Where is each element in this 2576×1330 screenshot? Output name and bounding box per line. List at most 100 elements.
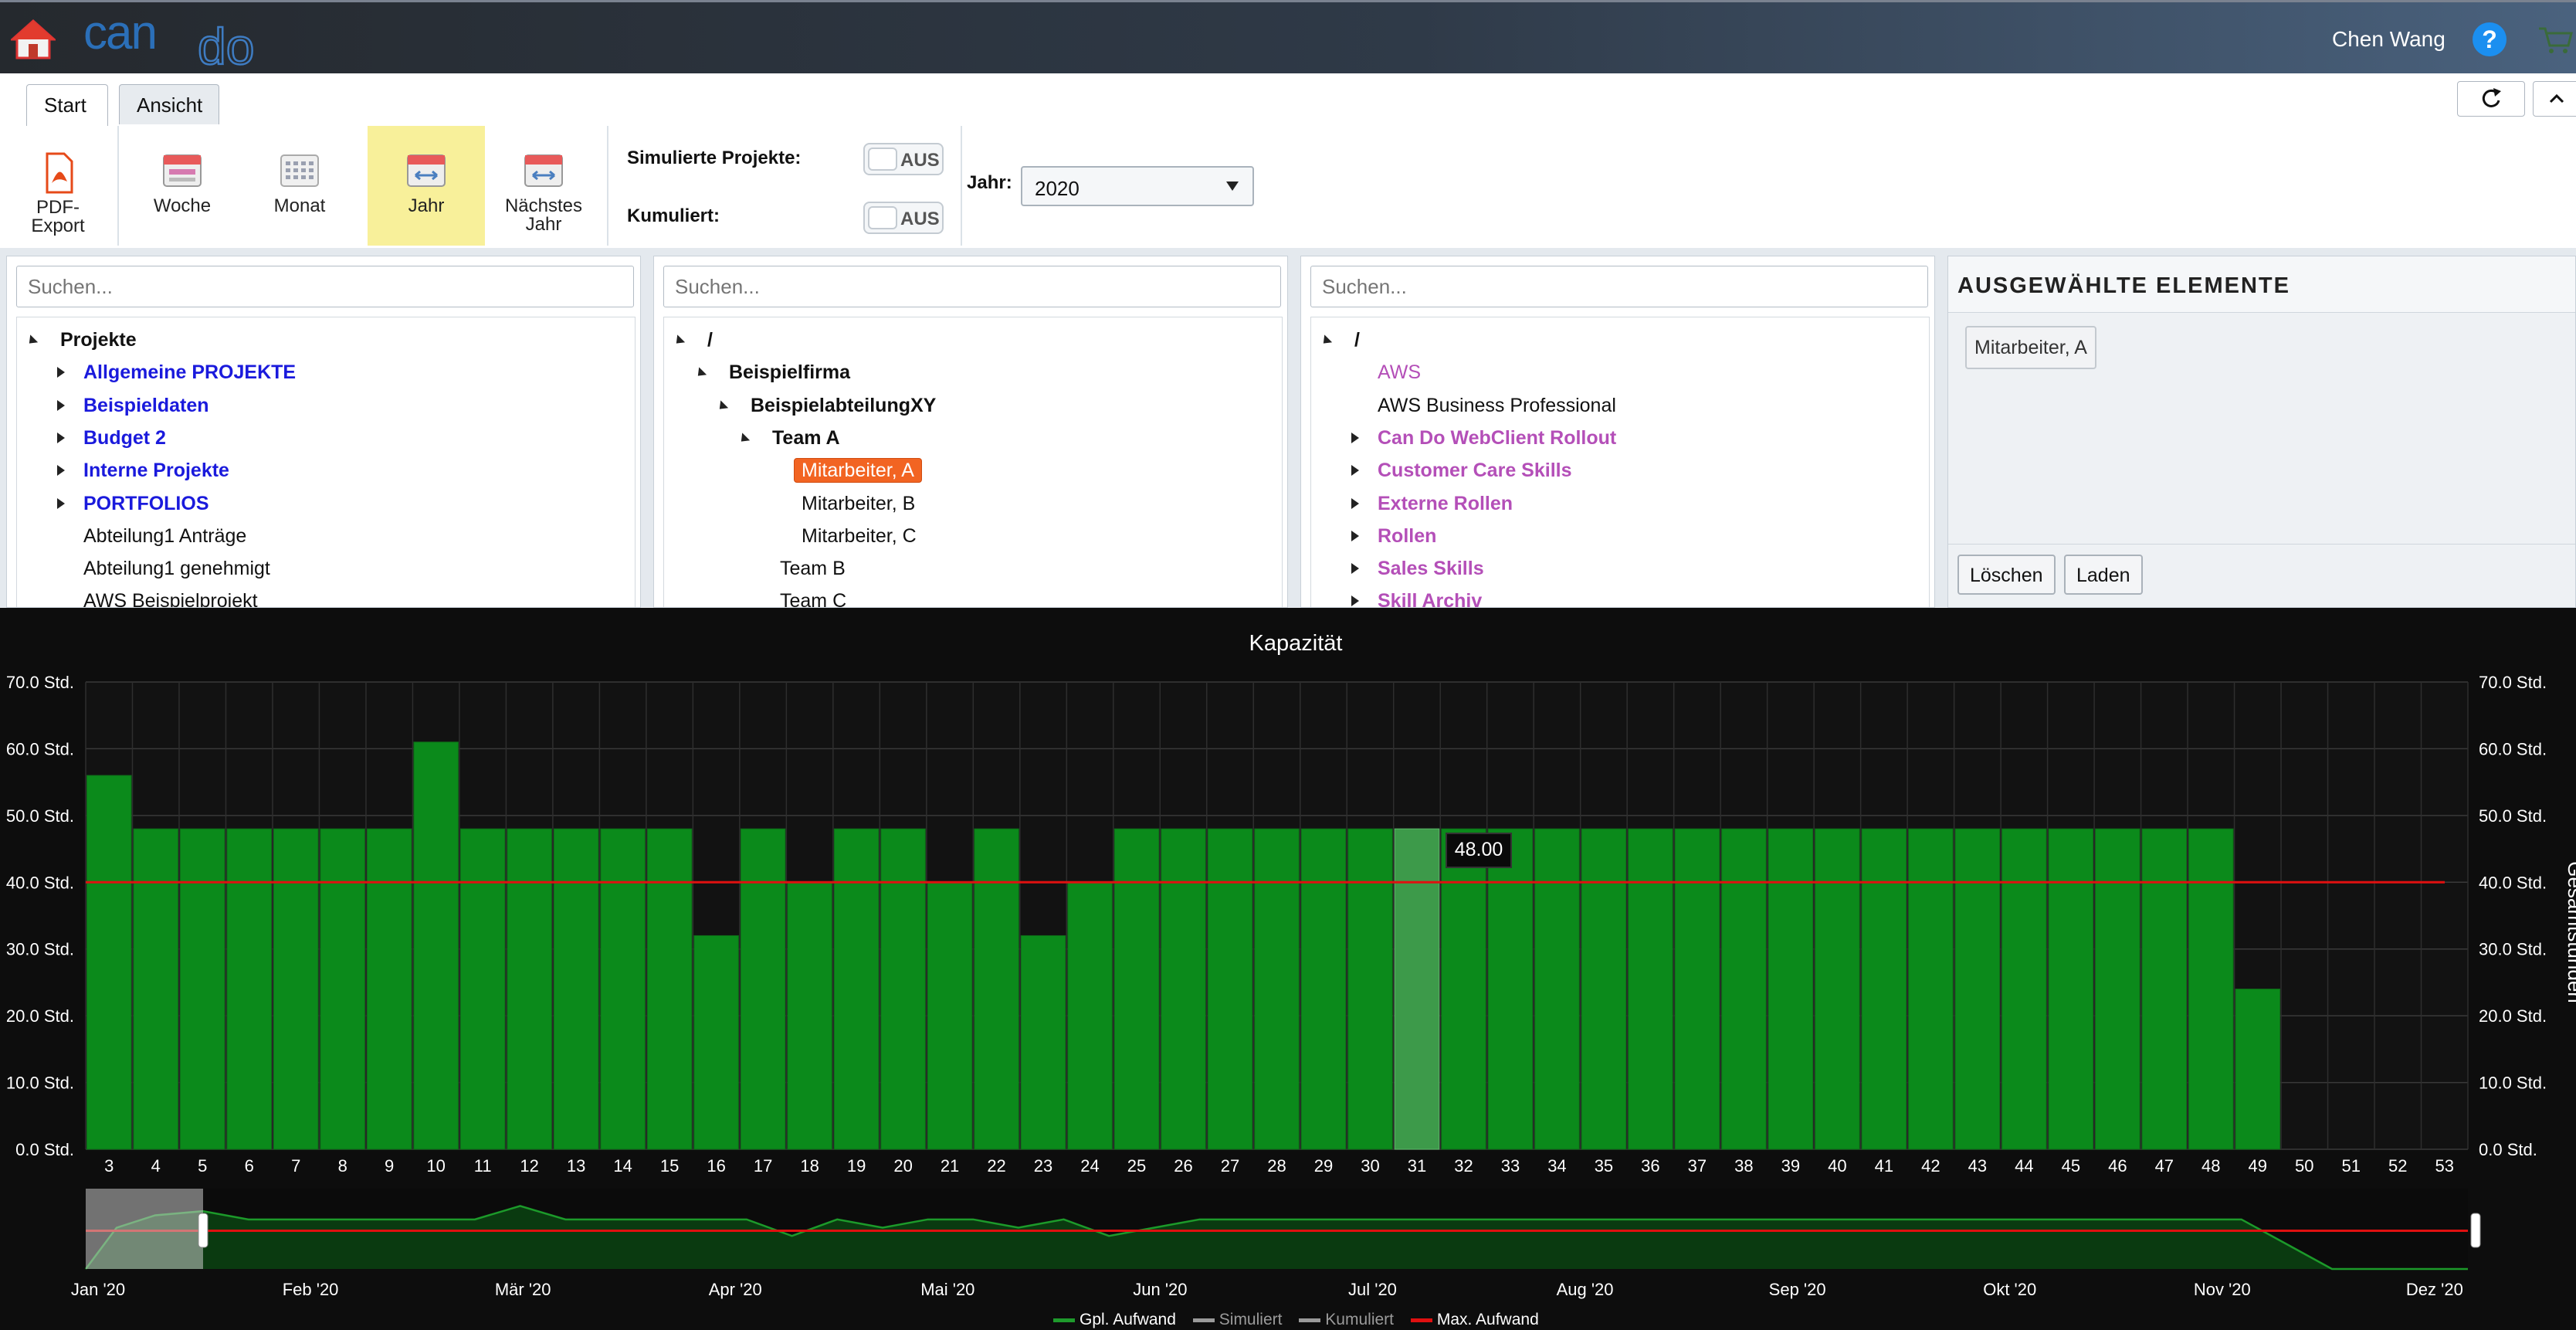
simulated-projects-toggle[interactable]: AUS	[863, 143, 944, 175]
navigator-handle-left[interactable]	[198, 1213, 208, 1248]
view-week-button[interactable]: Woche	[124, 126, 241, 246]
bar[interactable]	[86, 775, 132, 1150]
collapsed-arrow-icon[interactable]	[57, 400, 65, 411]
legend-item-cumulative[interactable]: Kumuliert	[1299, 1311, 1394, 1328]
projects-search-input[interactable]	[16, 266, 634, 307]
expanded-arrow-icon[interactable]	[1319, 334, 1333, 348]
tree-root[interactable]: /	[1354, 328, 1360, 351]
bar[interactable]	[366, 828, 412, 1150]
tree-root-projects[interactable]: Projekte	[60, 328, 137, 351]
bar[interactable]	[2141, 828, 2188, 1150]
tree-item-team-b[interactable]: Team B	[780, 557, 846, 580]
bar[interactable]	[880, 828, 926, 1150]
tree-item[interactable]: Interne Projekte	[83, 459, 229, 482]
selected-chip[interactable]: Mitarbeiter, A	[1965, 326, 2096, 369]
tree-item[interactable]: AWS Business Professional	[1378, 394, 1616, 417]
bar[interactable]	[2048, 828, 2094, 1150]
delete-button[interactable]: Löschen	[1957, 555, 2056, 595]
bar[interactable]	[226, 828, 272, 1150]
tree-item-team-c[interactable]: Team C	[780, 589, 846, 607]
bar[interactable]	[1254, 828, 1300, 1150]
bar[interactable]	[693, 935, 739, 1150]
tree-item[interactable]: AWS Beispielprojekt	[83, 589, 258, 607]
bar[interactable]	[1487, 828, 1534, 1150]
bar[interactable]	[1628, 828, 1673, 1150]
bar[interactable]	[1721, 828, 1767, 1150]
bar[interactable]	[320, 828, 365, 1150]
bar[interactable]	[1067, 881, 1113, 1150]
user-name[interactable]: Chen Wang	[2332, 27, 2446, 52]
tab-start[interactable]: Start	[26, 84, 108, 127]
bar[interactable]	[1815, 828, 1860, 1150]
collapsed-arrow-icon[interactable]	[1351, 465, 1359, 476]
collapsed-arrow-icon[interactable]	[1351, 595, 1359, 606]
tree-item[interactable]: Abteilung1 Anträge	[83, 524, 246, 548]
help-icon[interactable]: ?	[2473, 22, 2507, 56]
collapsed-arrow-icon[interactable]	[1351, 531, 1359, 541]
tree-item-team-a[interactable]: Team A	[772, 426, 840, 450]
tree-item[interactable]: Can Do WebClient Rollout	[1378, 426, 1616, 450]
bar[interactable]	[133, 828, 178, 1150]
organization-search-input[interactable]	[663, 266, 1281, 307]
tree-item[interactable]: Allgemeine PROJEKTE	[83, 361, 296, 384]
home-icon[interactable]	[11, 19, 56, 59]
tree-root[interactable]: /	[707, 328, 713, 351]
bar[interactable]	[1908, 828, 1954, 1150]
bar[interactable]	[974, 828, 1019, 1150]
navigator-selection[interactable]	[86, 1189, 203, 1269]
bar[interactable]	[740, 828, 786, 1150]
view-year-button[interactable]: Jahr	[368, 126, 485, 246]
bar[interactable]	[413, 741, 459, 1150]
collapse-ribbon-button[interactable]	[2533, 81, 2576, 117]
expanded-arrow-icon[interactable]	[672, 334, 686, 348]
tree-item[interactable]: AWS	[1378, 361, 1421, 384]
bar[interactable]	[1300, 828, 1347, 1150]
tree-item[interactable]: Customer Care Skills	[1378, 459, 1572, 482]
load-button[interactable]: Laden	[2064, 555, 2143, 595]
bar[interactable]	[600, 828, 646, 1150]
bar[interactable]	[1161, 828, 1206, 1150]
tree-item-company[interactable]: Beispielfirma	[729, 361, 850, 384]
bar[interactable]	[2001, 828, 2047, 1150]
collapsed-arrow-icon[interactable]	[1351, 498, 1359, 509]
bar[interactable]	[459, 828, 506, 1150]
bar[interactable]	[2095, 828, 2140, 1150]
collapsed-arrow-icon[interactable]	[57, 367, 65, 378]
tree-item[interactable]: Sales Skills	[1378, 557, 1484, 580]
bar[interactable]	[1441, 828, 1486, 1150]
bar[interactable]	[553, 828, 599, 1150]
skills-search-input[interactable]	[1310, 266, 1928, 307]
tree-item[interactable]: Skill Archiv	[1378, 589, 1482, 607]
refresh-button[interactable]	[2457, 81, 2525, 117]
pdf-export-button[interactable]: PDF-Export	[0, 126, 116, 246]
bar[interactable]	[1674, 828, 1720, 1150]
tree-item-member[interactable]: Mitarbeiter, B	[802, 492, 915, 515]
bar[interactable]	[273, 828, 319, 1150]
legend-item-planned[interactable]: Gpl. Aufwand	[1053, 1311, 1176, 1328]
bar[interactable]	[2235, 989, 2281, 1150]
legend-item-max[interactable]: Max. Aufwand	[1410, 1311, 1539, 1328]
bar[interactable]	[507, 828, 552, 1150]
bar[interactable]	[927, 881, 973, 1150]
bar[interactable]	[1581, 828, 1627, 1150]
collapsed-arrow-icon[interactable]	[1351, 563, 1359, 574]
bar[interactable]	[1113, 828, 1160, 1150]
expanded-arrow-icon[interactable]	[693, 367, 707, 380]
tree-item-selected-member[interactable]: Mitarbeiter, A	[794, 458, 922, 483]
collapsed-arrow-icon[interactable]	[1351, 433, 1359, 443]
bar[interactable]	[1534, 828, 1580, 1150]
expanded-arrow-icon[interactable]	[25, 334, 39, 348]
tree-item[interactable]: Beispieldaten	[83, 394, 209, 417]
bar[interactable]	[1207, 828, 1253, 1150]
expanded-arrow-icon[interactable]	[737, 433, 751, 446]
bar[interactable]	[1347, 828, 1393, 1150]
bar[interactable]	[1768, 828, 1814, 1150]
next-year-button[interactable]: Nächstes Jahr	[485, 126, 602, 246]
bar[interactable]	[1954, 828, 2001, 1150]
bar[interactable]	[179, 828, 225, 1150]
tree-item[interactable]: Budget 2	[83, 426, 166, 450]
capacity-chart-svg[interactable]: 0.0 Std. 0.0 Std. 10.0 Std. 10.0 Std. 20.0 S…	[0, 608, 2576, 1330]
cart-icon[interactable]	[2537, 24, 2573, 55]
tree-item[interactable]: PORTFOLIOS	[83, 492, 209, 515]
bar[interactable]	[646, 828, 693, 1150]
